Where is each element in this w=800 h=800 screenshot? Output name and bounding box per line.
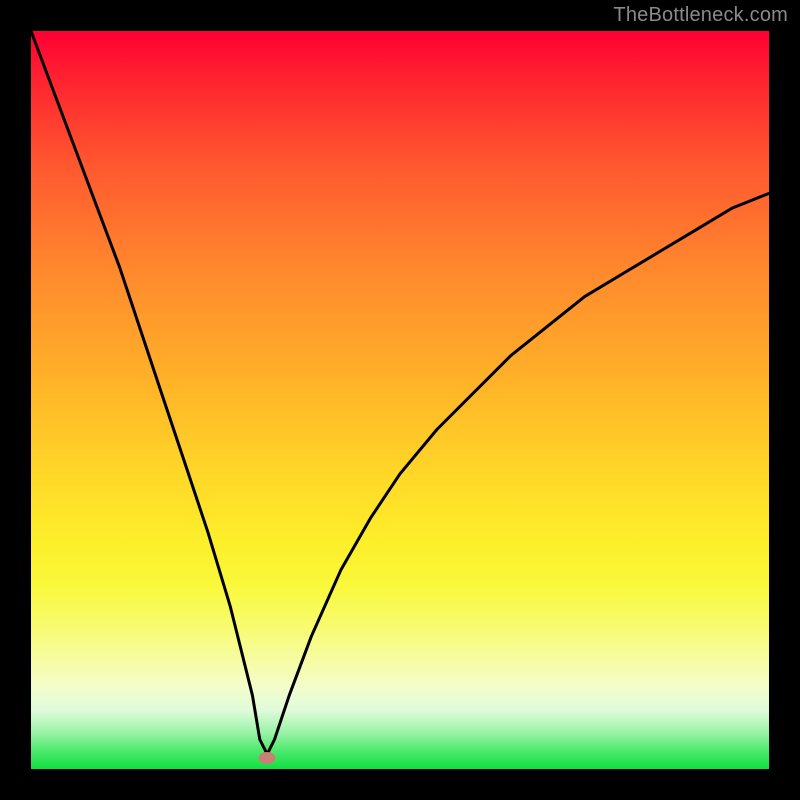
chart-area [31, 31, 769, 769]
bottleneck-curve [31, 31, 769, 769]
watermark-text: TheBottleneck.com [613, 4, 788, 27]
optimum-marker [259, 752, 276, 764]
